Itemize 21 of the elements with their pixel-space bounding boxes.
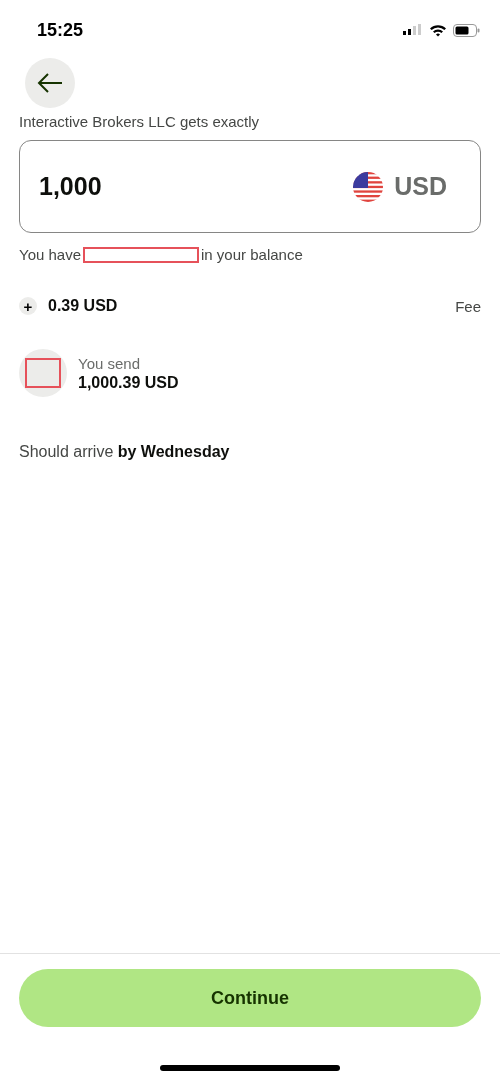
fee-amount: 0.39 USD xyxy=(48,297,118,315)
flag-icon xyxy=(353,171,384,202)
plus-icon: + xyxy=(19,297,37,315)
wifi-icon xyxy=(429,23,447,37)
amount-field[interactable]: 1,000 USD xyxy=(19,140,481,233)
fee-label: Fee xyxy=(455,297,481,315)
currency-code: USD xyxy=(394,172,447,201)
send-amount: 1,000.39 USD xyxy=(78,373,179,392)
signal-icon xyxy=(403,24,423,36)
continue-button[interactable]: Continue xyxy=(19,969,481,1027)
arrival-text: Should arrive by Wednesday xyxy=(19,443,231,461)
status-time: 15:25 xyxy=(37,19,84,41)
balance-text: You have xyxy=(19,246,81,263)
recipient-label: Interactive Brokers LLC gets exactly xyxy=(19,113,261,130)
redaction-box xyxy=(25,358,61,388)
back-button[interactable] xyxy=(25,58,75,108)
battery-icon xyxy=(453,23,480,37)
amount-value: 1,000 xyxy=(39,172,102,201)
back-arrow-icon xyxy=(37,73,63,93)
send-label: You send xyxy=(78,354,141,372)
balance-text: in your balance xyxy=(201,246,303,263)
